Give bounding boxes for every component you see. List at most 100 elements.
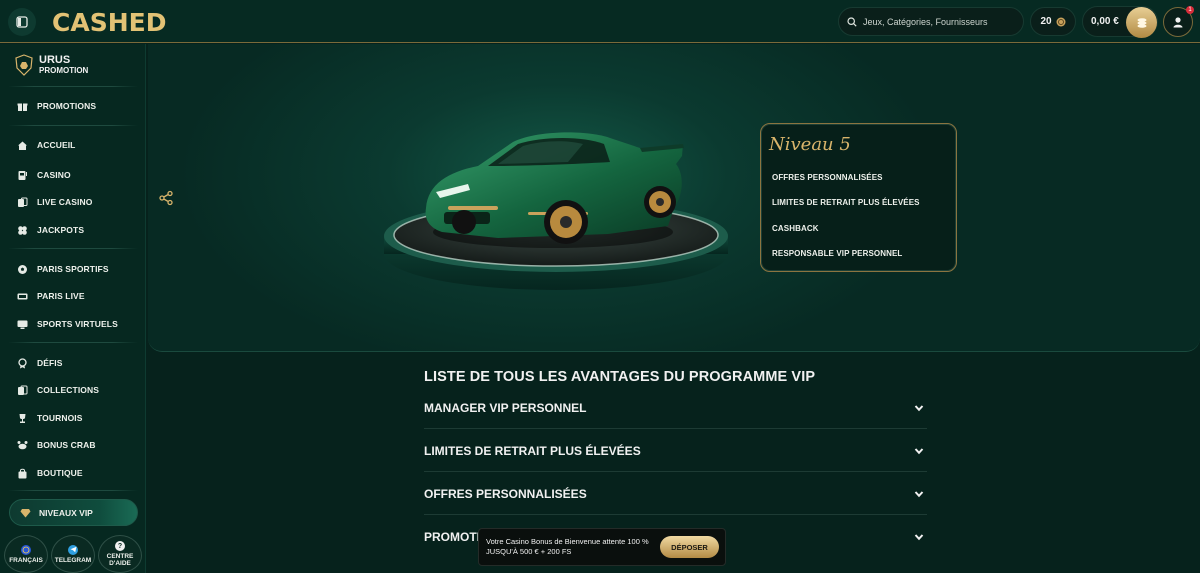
accordion-label: LIMITES DE RETRAIT PLUS ÉLEVÉES: [424, 443, 641, 458]
sidebar-item-tournois[interactable]: TOURNOIS: [16, 409, 83, 427]
level-perk: CASHBACK: [772, 224, 819, 233]
toast-message: Votre Casino Bonus de Bienvenue attente …: [486, 537, 658, 557]
bull-logo-icon: [15, 54, 33, 76]
sidebar-item-label: ACCUEIL: [37, 140, 76, 150]
balance-value: 0,00 €: [1091, 16, 1119, 27]
vip-levels-label: NIVEAUX VIP: [39, 507, 93, 518]
medal-icon: [17, 357, 27, 368]
accordion-item[interactable]: LIMITES DE RETRAIT PLUS ÉLEVÉES: [424, 430, 927, 472]
sidebar-divider: [8, 248, 138, 249]
cashed-logo[interactable]: CASHED: [52, 6, 166, 38]
sidebar: URUS PROMOTION PROMOTIONS ACCUEIL CASINO…: [0, 44, 146, 573]
gift-icon: [17, 103, 27, 111]
chevron-down-icon: [914, 534, 924, 541]
telegram-icon: [68, 544, 78, 555]
sidebar-item-label: JACKPOTS: [37, 225, 85, 235]
slot-machine-icon: [18, 170, 27, 180]
notification-badge: 1: [1186, 6, 1194, 14]
logo-text: CASHED: [52, 7, 167, 37]
vip-levels-button[interactable]: NIVEAUX VIP: [9, 499, 138, 526]
sidebar-item-bonus-crab[interactable]: BONUS CRAB: [16, 436, 96, 454]
sidebar-item-paris-live[interactable]: PARIS LIVE: [16, 287, 85, 305]
wallet-coins-icon: [1137, 17, 1146, 28]
live-icon: [17, 293, 27, 299]
level-perk: RESPONSABLE VIP PERSONNEL: [772, 249, 903, 258]
accordion-label: MANAGER VIP PERSONNEL: [424, 400, 587, 415]
vip-hero-banner: Niveau 5 OFFRES PERSONNALISÉES LIMITES D…: [148, 44, 1200, 352]
deposit-button[interactable]: DÉPOSER: [660, 536, 719, 558]
toast-line-1: Votre Casino Bonus de Bienvenue attente …: [486, 537, 649, 546]
welcome-bonus-toast: Votre Casino Bonus de Bienvenue attente …: [478, 528, 726, 566]
sidebar-item-label: PARIS LIVE: [37, 291, 85, 301]
sidebar-divider: [8, 490, 138, 491]
profile-button[interactable]: 1: [1163, 6, 1194, 37]
search-input[interactable]: [863, 16, 1013, 27]
monitor-icon: [17, 320, 27, 329]
sidebar-item-accueil[interactable]: ACCUEIL: [16, 136, 75, 154]
bag-icon: [18, 468, 26, 478]
sidebar-item-label: PROMOTIONS: [37, 101, 97, 111]
sidebar-item-sports-virtuels[interactable]: SPORTS VIRTUELS: [16, 315, 118, 333]
sidebar-toggle-icon: [16, 16, 28, 28]
collections-icon: [17, 385, 27, 395]
sidebar-item-label: COLLECTIONS: [37, 385, 100, 395]
vip-car-illustration: [384, 132, 728, 290]
cards-icon: [17, 197, 27, 207]
help-center-label: CENTRE D'AIDE: [106, 553, 134, 567]
diamond-icon: [20, 508, 31, 517]
home-icon: [17, 141, 27, 150]
sidebar-item-label: BOUTIQUE: [37, 468, 83, 478]
accordion-label: OFFRES PERSONNALISÉES: [424, 486, 587, 501]
level-title: Niveau 5: [769, 134, 851, 155]
accordion-item[interactable]: OFFRES PERSONNALISÉES: [424, 473, 927, 515]
user-icon: [1173, 17, 1183, 28]
sidebar-item-casino[interactable]: CASINO: [16, 166, 71, 184]
vip-benefits-title: LISTE DE TOUS LES AVANTAGES DU PROGRAMME…: [424, 369, 816, 385]
sidebar-item-jackpots[interactable]: JACKPOTS: [16, 221, 84, 239]
level-perk: LIMITES DE RETRAIT PLUS ÉLEVÉES: [772, 198, 920, 207]
chevron-down-icon: [914, 490, 924, 497]
sidebar-item-label: PARIS SPORTIFS: [37, 264, 109, 274]
accordion-item[interactable]: MANAGER VIP PERSONNEL: [424, 387, 927, 429]
search-box[interactable]: [838, 7, 1024, 36]
help-center-button[interactable]: ? CENTRE D'AIDE: [98, 535, 142, 573]
sidebar-item-paris-sportifs[interactable]: PARIS SPORTIFS: [16, 260, 109, 278]
sidebar-item-promotions[interactable]: PROMOTIONS: [16, 97, 96, 115]
language-button[interactable]: FRANÇAIS: [4, 535, 48, 573]
help-icon: ?: [115, 541, 125, 551]
urus-promotion-banner[interactable]: URUS PROMOTION: [14, 54, 88, 76]
crab-icon: [17, 440, 27, 449]
promo-title: URUS: [39, 53, 71, 66]
coins-counter[interactable]: 20: [1030, 7, 1076, 36]
sidebar-item-live-casino[interactable]: LIVE CASINO: [16, 193, 92, 211]
sidebar-item-label: BONUS CRAB: [37, 440, 96, 450]
coins-value: 20: [1040, 16, 1052, 27]
chevron-down-icon: [914, 404, 924, 411]
accordion-label: PROMOTI: [424, 530, 480, 544]
balance-box[interactable]: 0,00 €: [1082, 6, 1158, 38]
telegram-button[interactable]: TELEGRAM: [51, 535, 95, 573]
sidebar-toggle-button[interactable]: [8, 8, 36, 36]
share-icon[interactable]: [158, 190, 174, 206]
sidebar-item-label: TOURNOIS: [37, 413, 83, 423]
coin-icon: [1056, 17, 1066, 26]
sidebar-divider: [8, 125, 138, 126]
vip-level-card: Niveau 5 OFFRES PERSONNALISÉES LIMITES D…: [760, 123, 957, 272]
chevron-down-icon: [914, 447, 924, 454]
search-icon: [847, 16, 857, 27]
sidebar-item-collections[interactable]: COLLECTIONS: [16, 381, 99, 399]
clover-icon: [17, 225, 27, 235]
sidebar-item-label: CASINO: [37, 170, 71, 180]
toast-line-2: JUSQU'À 500 € + 200 FS: [486, 547, 572, 556]
sidebar-divider: [8, 86, 138, 87]
sidebar-item-label: SPORTS VIRTUELS: [37, 319, 118, 329]
sidebar-item-defis[interactable]: DÉFIS: [16, 354, 63, 372]
wallet-button[interactable]: [1126, 7, 1157, 38]
sidebar-item-label: DÉFIS: [37, 358, 63, 368]
telegram-label: TELEGRAM: [54, 556, 92, 564]
sidebar-item-boutique[interactable]: BOUTIQUE: [16, 464, 83, 482]
language-label: FRANÇAIS: [9, 556, 43, 564]
soccer-icon: [17, 264, 27, 274]
globe-icon: [21, 544, 31, 555]
trophy-icon: [19, 413, 25, 423]
